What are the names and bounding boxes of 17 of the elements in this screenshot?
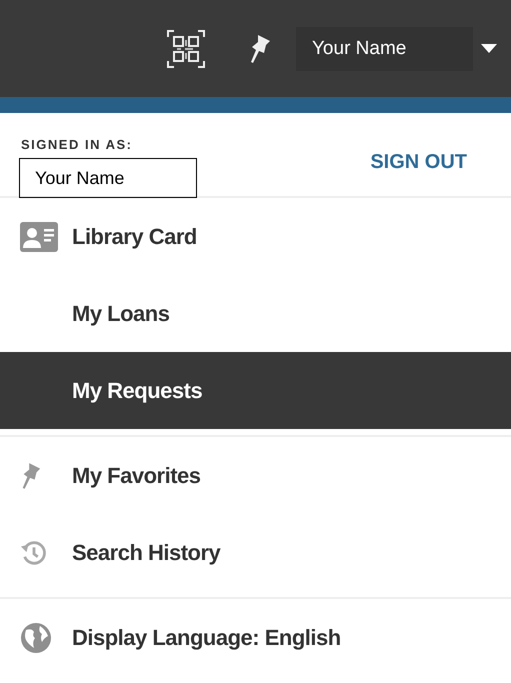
qr-code-icon[interactable] — [166, 28, 206, 68]
pushpin-icon — [20, 460, 42, 490]
user-name-field: Your Name — [19, 158, 197, 198]
caret-icon[interactable] — [481, 44, 497, 53]
menu-item[interactable]: My Requests — [0, 352, 511, 429]
menu-item[interactable]: My Favorites — [0, 437, 511, 514]
id-card-icon — [20, 222, 58, 252]
history-icon — [20, 538, 48, 566]
globe-icon — [20, 622, 52, 654]
pushpin-icon[interactable] — [248, 32, 272, 64]
menu-item[interactable]: Library Card — [0, 198, 511, 275]
menu-item[interactable]: My Loans — [0, 275, 511, 352]
sign-out-link[interactable]: SIGN OUT — [370, 151, 467, 174]
user-menu-button[interactable]: Your Name — [296, 26, 473, 70]
menu-item[interactable]: Search History — [0, 514, 511, 591]
menu-item[interactable]: Display Language: English — [0, 599, 511, 676]
signed-in-label: SIGNED IN AS: — [21, 137, 134, 152]
